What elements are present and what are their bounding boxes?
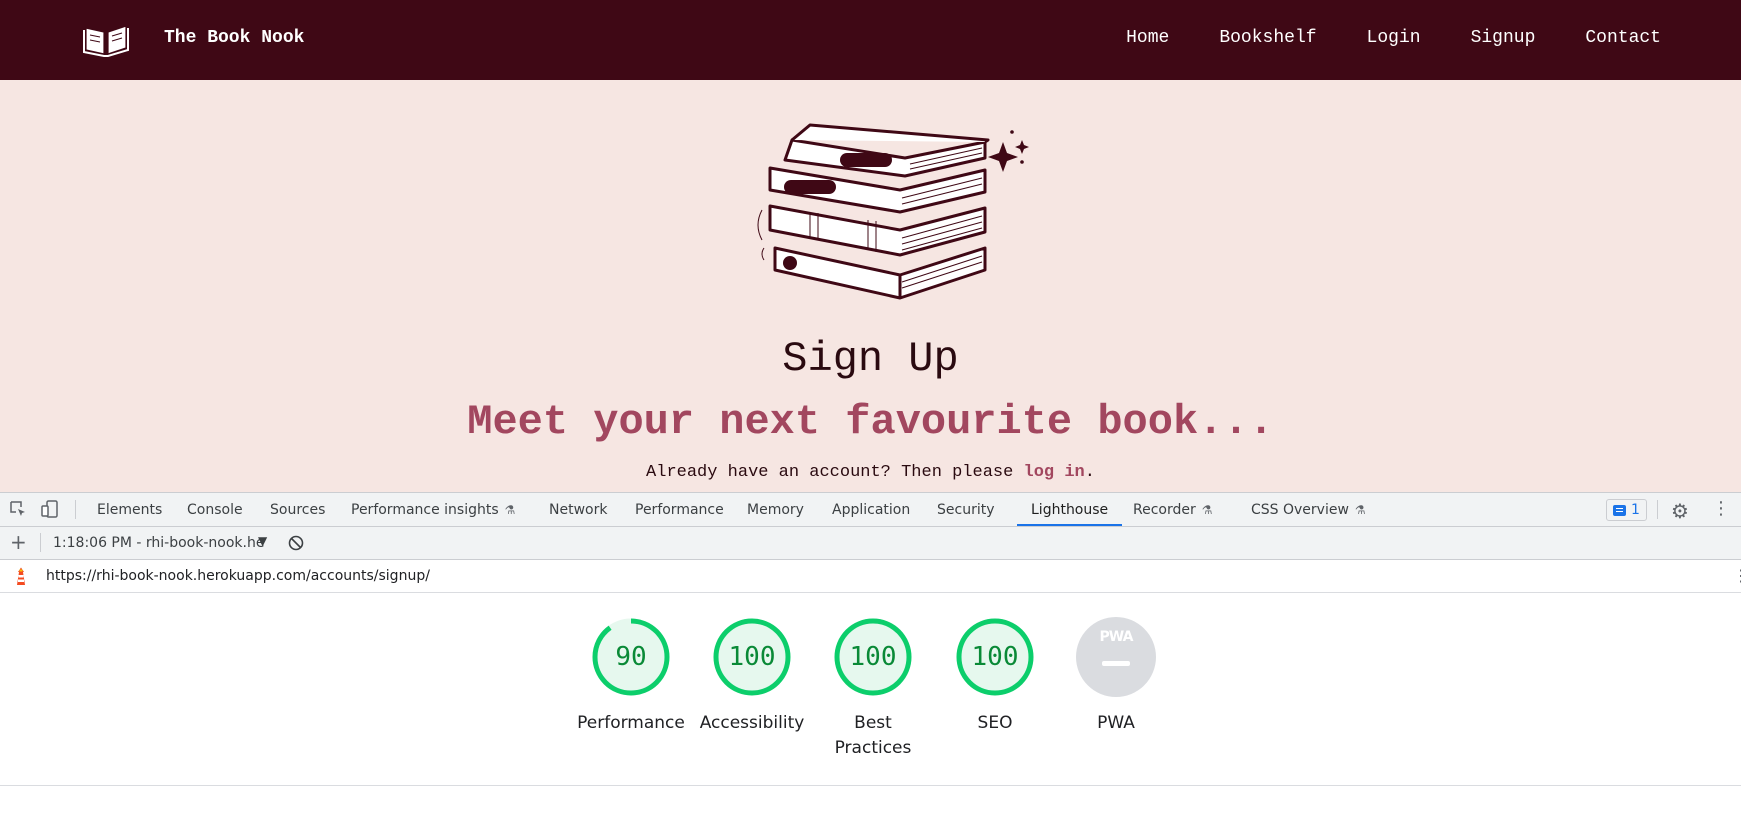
devtools-tabbar: Elements Console Sources Performance ins… — [0, 493, 1741, 527]
signup-hero: Sign Up Meet your next favourite book...… — [0, 80, 1741, 492]
tab-network[interactable]: Network — [549, 502, 607, 518]
experiment-flask-icon: ⚗ — [1354, 503, 1366, 517]
score-gauge: 100 — [833, 617, 913, 697]
pwa-badge-icon: PWA — [1076, 617, 1156, 697]
score-value: 100 — [971, 642, 1019, 672]
tab-console[interactable]: Console — [187, 502, 243, 518]
tab-memory[interactable]: Memory — [747, 502, 804, 518]
settings-gear-icon[interactable]: ⚙ — [1671, 499, 1689, 523]
tagline: Meet your next favourite book... — [467, 398, 1274, 446]
login-prompt-text: Already have an account? Then please — [646, 463, 1014, 482]
score-gauge: 90 — [591, 617, 671, 697]
tab-recorder-label: Recorder — [1133, 502, 1196, 518]
site-navbar: The Book Nook Home Bookshelf Login Signu… — [0, 0, 1741, 80]
experiment-flask-icon: ⚗ — [504, 503, 516, 517]
score-performance[interactable]: 90 Performance — [571, 617, 691, 736]
score-value: 100 — [849, 642, 897, 672]
book-stack-illustration-icon — [757, 123, 1029, 300]
nav-contact[interactable]: Contact — [1585, 28, 1661, 48]
tab-application[interactable]: Application — [832, 502, 910, 518]
experiment-flask-icon: ⚗ — [1201, 503, 1213, 517]
pwa-badge-text: PWA — [1099, 629, 1134, 645]
score-accessibility[interactable]: 100 Accessibility — [692, 617, 812, 736]
issues-counter-button[interactable]: 1 — [1606, 499, 1647, 521]
nav-login[interactable]: Login — [1367, 28, 1421, 48]
open-book-logo-icon[interactable] — [82, 20, 130, 58]
lighthouse-scores: 90 Performance 100 Accessibility 100 Bes… — [0, 593, 1741, 786]
report-url-bar: https://rhi-book-nook.herokuapp.com/acco… — [0, 560, 1741, 593]
score-value: 90 — [615, 642, 647, 672]
score-gauge: 100 — [955, 617, 1035, 697]
tabbar-separator — [1657, 500, 1658, 519]
score-seo[interactable]: 100 SEO — [935, 617, 1055, 736]
score-label: PWA — [1097, 713, 1135, 733]
score-pwa[interactable]: PWA PWA — [1056, 617, 1176, 736]
report-menu-icon[interactable]: ⋮ — [1733, 566, 1741, 585]
login-prompt: Already have an account? Then please log… — [0, 463, 1741, 482]
tab-performance[interactable]: Performance — [635, 502, 724, 518]
score-label: Accessibility — [699, 713, 805, 733]
tab-performance-insights[interactable]: Performance insights ⚗ — [351, 502, 515, 518]
tab-sources[interactable]: Sources — [270, 502, 325, 518]
lighthouse-logo-icon — [17, 567, 25, 585]
audited-url[interactable]: https://rhi-book-nook.herokuapp.com/acco… — [46, 568, 430, 584]
main-nav: Home Bookshelf Login Signup Contact — [1126, 28, 1661, 48]
issues-icon — [1613, 504, 1626, 516]
report-selector[interactable]: 1:18:06 PM - rhi-book-nook.he — [53, 535, 267, 551]
score-gauge: 100 — [712, 617, 792, 697]
tab-performance-insights-label: Performance insights — [351, 502, 499, 518]
tab-lighthouse[interactable]: Lighthouse — [1016, 502, 1123, 526]
tabbar-separator — [75, 500, 76, 519]
brand-name[interactable]: The Book Nook — [164, 28, 304, 48]
devtools-panel: Elements Console Sources Performance ins… — [0, 492, 1741, 836]
clear-reports-block-icon[interactable] — [288, 535, 304, 551]
dropdown-caret-icon[interactable]: ▼ — [258, 534, 267, 548]
score-label: SEO — [977, 713, 1013, 733]
score-value: 100 — [728, 642, 776, 672]
toolbar-separator — [40, 533, 41, 552]
device-toolbar-icon[interactable] — [41, 500, 59, 518]
score-best-practices[interactable]: 100 Best Practices — [813, 617, 933, 761]
tab-security[interactable]: Security — [937, 502, 995, 518]
more-options-icon[interactable]: ⋮ — [1712, 499, 1730, 519]
new-report-plus-icon[interactable]: + — [10, 530, 27, 554]
tab-css-overview[interactable]: CSS Overview ⚗ — [1251, 502, 1366, 518]
issues-count: 1 — [1631, 502, 1640, 518]
login-prompt-period: . — [1084, 463, 1095, 482]
nav-home[interactable]: Home — [1126, 28, 1169, 48]
login-link[interactable]: log in — [1024, 463, 1085, 482]
inspect-element-icon[interactable] — [9, 500, 27, 518]
score-label: Best Practices — [834, 713, 912, 758]
tab-css-overview-label: CSS Overview — [1251, 502, 1349, 518]
tab-recorder[interactable]: Recorder ⚗ — [1133, 502, 1213, 518]
score-label: Performance — [577, 713, 685, 733]
lighthouse-toolbar: + 1:18:06 PM - rhi-book-nook.he ▼ — [0, 527, 1741, 560]
page-title: Sign Up — [782, 335, 959, 383]
nav-signup[interactable]: Signup — [1471, 28, 1536, 48]
tab-elements[interactable]: Elements — [97, 502, 162, 518]
nav-bookshelf[interactable]: Bookshelf — [1219, 28, 1316, 48]
